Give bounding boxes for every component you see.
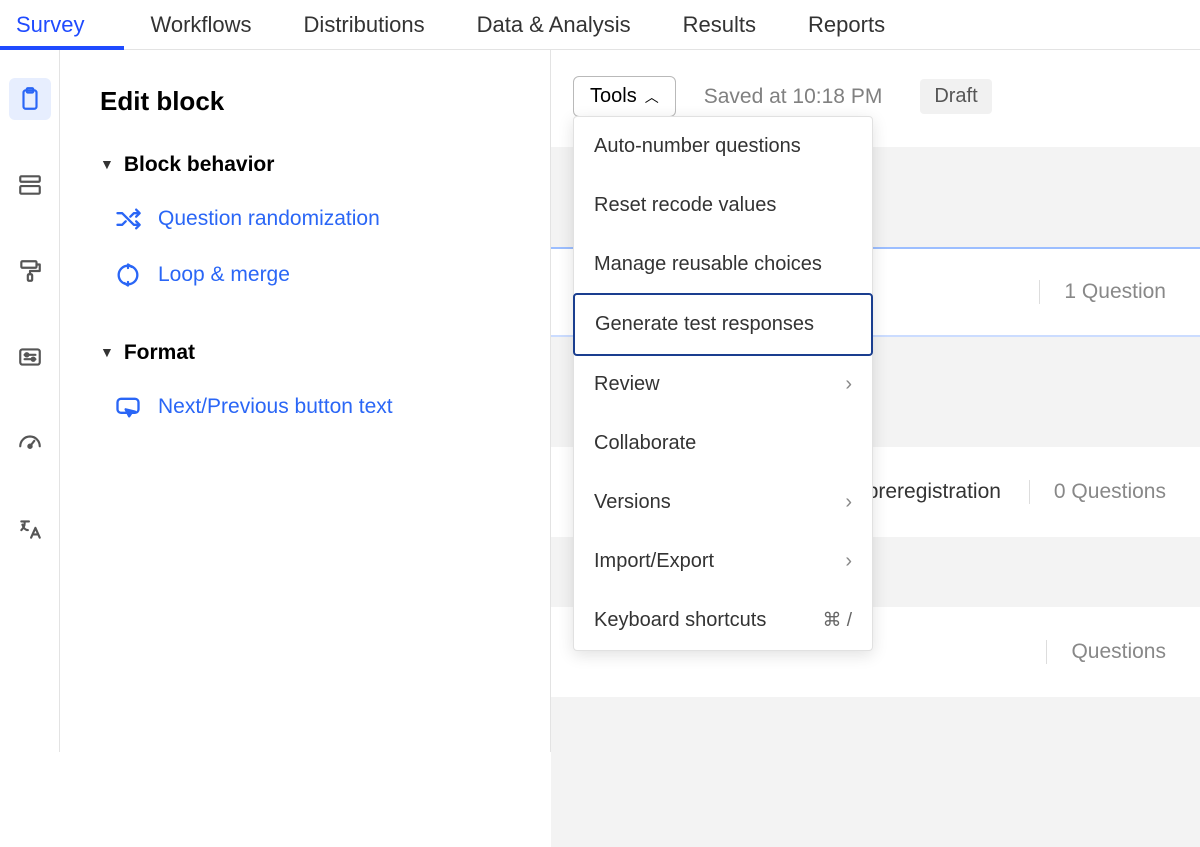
- rail-look-button[interactable]: [9, 250, 51, 292]
- slider-icon: [17, 344, 43, 370]
- status-badge: Draft: [920, 79, 991, 114]
- saved-status: Saved at 10:18 PM: [704, 85, 883, 109]
- dd-item-label: Auto-number questions: [594, 135, 801, 158]
- left-rail: [0, 50, 60, 752]
- side-item-label: Next/Previous button text: [158, 395, 393, 419]
- main-canvas-area: Tools ︿ Saved at 10:18 PM Draft Auto-num…: [550, 50, 1200, 752]
- dd-item-label: Generate test responses: [595, 313, 814, 336]
- section-heading-label: Format: [124, 341, 195, 365]
- tab-survey[interactable]: Survey: [0, 0, 124, 49]
- tab-distributions[interactable]: Distributions: [278, 0, 451, 49]
- section-block-behavior[interactable]: ▼ Block behavior: [100, 153, 524, 177]
- dd-generate-test-responses[interactable]: Generate test responses: [573, 293, 873, 356]
- dd-item-label: Collaborate: [594, 432, 696, 455]
- paint-roller-icon: [17, 258, 43, 284]
- dd-item-label: Manage reusable choices: [594, 253, 822, 276]
- top-nav: Survey Workflows Distributions Data & An…: [0, 0, 1200, 50]
- question-randomization-item[interactable]: Question randomization: [114, 205, 524, 233]
- main-header: Tools ︿ Saved at 10:18 PM Draft: [551, 76, 1200, 117]
- shortcut-text: ⌘ /: [822, 609, 852, 632]
- block-question-count: 1 Question: [1039, 280, 1166, 304]
- loop-icon: [114, 261, 142, 289]
- dd-item-label: Reset recode values: [594, 194, 776, 217]
- rail-builder-button[interactable]: [9, 78, 51, 120]
- clipboard-icon: [17, 86, 43, 112]
- dd-keyboard-shortcuts[interactable]: Keyboard shortcuts ⌘ /: [574, 591, 872, 650]
- dd-item-label: Versions: [594, 491, 671, 514]
- side-item-label: Loop & merge: [158, 263, 290, 287]
- chevron-up-icon: ︿: [645, 87, 659, 107]
- dd-item-label: Import/Export: [594, 550, 714, 573]
- next-prev-button-text-item[interactable]: Next/Previous button text: [114, 393, 524, 421]
- panel-title: Edit block: [100, 86, 524, 117]
- tools-button-label: Tools: [590, 85, 637, 108]
- chevron-right-icon: ›: [845, 550, 852, 573]
- dd-manage-reusable[interactable]: Manage reusable choices: [574, 235, 872, 294]
- side-item-label: Question randomization: [158, 207, 380, 231]
- dd-item-label: Keyboard shortcuts: [594, 609, 766, 632]
- section-heading-label: Block behavior: [124, 153, 275, 177]
- shuffle-icon: [114, 205, 142, 233]
- block-question-count: Questions: [1046, 640, 1166, 664]
- dashboard-icon: [17, 430, 43, 456]
- block-icon: [17, 172, 43, 198]
- dd-item-label: Review: [594, 373, 660, 396]
- chevron-right-icon: ›: [845, 373, 852, 396]
- tools-dropdown: Auto-number questions Reset recode value…: [573, 116, 873, 651]
- dd-versions[interactable]: Versions ›: [574, 473, 872, 532]
- cursor-icon: [114, 393, 142, 421]
- dd-review[interactable]: Review ›: [574, 355, 872, 414]
- dd-auto-number[interactable]: Auto-number questions: [574, 117, 872, 176]
- tools-button[interactable]: Tools ︿: [573, 76, 676, 117]
- block-question-count: 0 Questions: [1029, 480, 1166, 504]
- dd-reset-recode[interactable]: Reset recode values: [574, 176, 872, 235]
- caret-down-icon: ▼: [100, 344, 114, 360]
- translate-icon: [17, 516, 43, 542]
- tab-reports[interactable]: Reports: [782, 0, 911, 49]
- chevron-right-icon: ›: [845, 491, 852, 514]
- rail-quotas-button[interactable]: [9, 422, 51, 464]
- block-title: preregistration: [867, 480, 1001, 504]
- tab-data-analysis[interactable]: Data & Analysis: [451, 0, 657, 49]
- tab-results[interactable]: Results: [657, 0, 782, 49]
- rail-translate-button[interactable]: [9, 508, 51, 550]
- section-format[interactable]: ▼ Format: [100, 341, 524, 365]
- loop-merge-item[interactable]: Loop & merge: [114, 261, 524, 289]
- edit-block-panel: Edit block ▼ Block behavior Question ran…: [60, 50, 550, 752]
- dd-collaborate[interactable]: Collaborate: [574, 414, 872, 473]
- rail-options-button[interactable]: [9, 336, 51, 378]
- rail-block-button[interactable]: [9, 164, 51, 206]
- caret-down-icon: ▼: [100, 156, 114, 172]
- dd-import-export[interactable]: Import/Export ›: [574, 532, 872, 591]
- tab-workflows[interactable]: Workflows: [124, 0, 277, 49]
